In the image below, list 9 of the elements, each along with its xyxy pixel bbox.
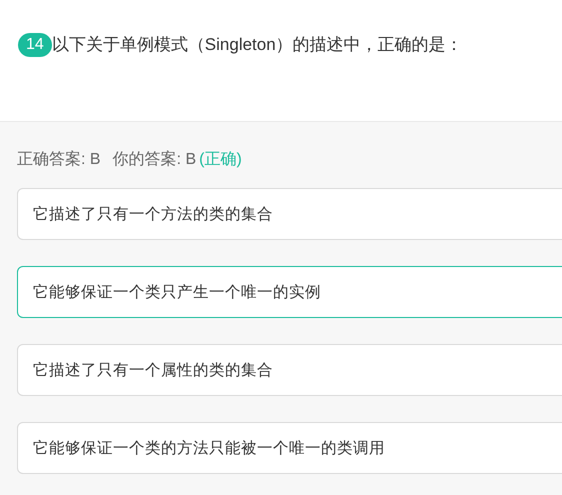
answer-option[interactable]: 它能够保证一个类的方法只能被一个唯一的类调用: [17, 422, 562, 474]
answer-option[interactable]: 它描述了只有一个方法的类的集合: [17, 188, 562, 240]
question-number-badge: 14: [18, 33, 52, 57]
your-answer-text: 你的答案: B: [112, 149, 196, 170]
correct-answer-text: 正确答案: B: [17, 149, 101, 170]
answer-option[interactable]: 它描述了只有一个属性的类的集合: [17, 344, 562, 396]
question-text: 以下关于单例模式（Singleton）的描述中，正确的是：: [52, 34, 463, 56]
verdict-text: (正确): [199, 150, 242, 170]
answer-option[interactable]: 它能够保证一个类只产生一个唯一的实例: [17, 266, 562, 318]
